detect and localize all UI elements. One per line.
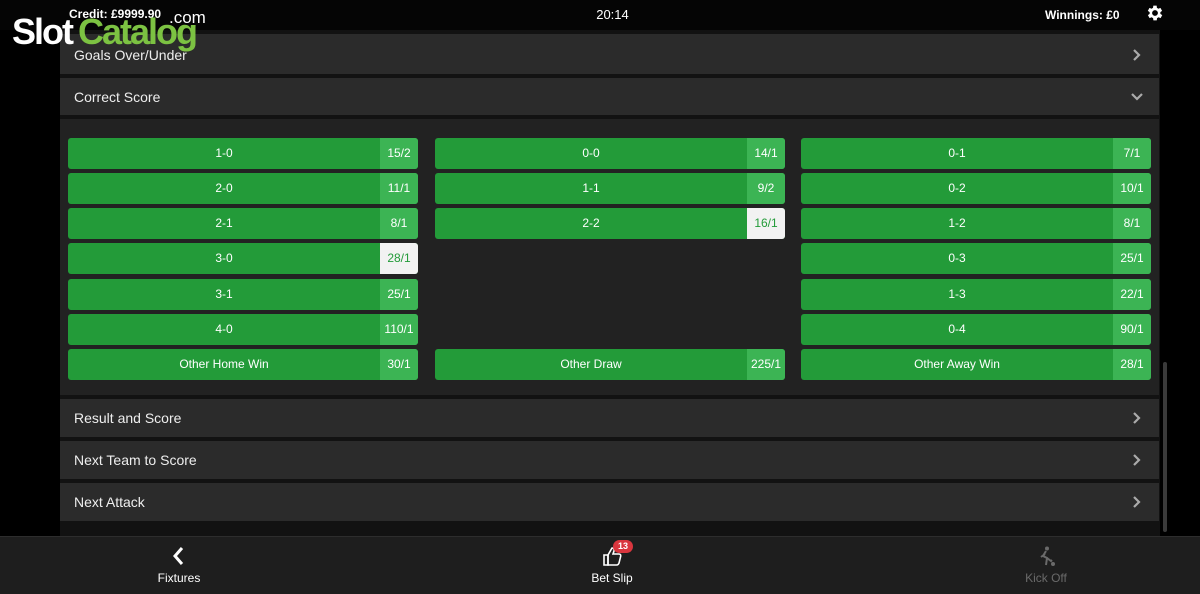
odds-value-selected: 16/1 bbox=[747, 208, 785, 239]
section-label: Result and Score bbox=[74, 410, 182, 426]
score-label: 2-1 bbox=[215, 216, 233, 230]
bet-button-other-home-win[interactable]: Other Home Win 30/1 bbox=[68, 349, 418, 380]
bet-slip-button[interactable]: Bet Slip bbox=[552, 537, 672, 594]
bet-button-away-1-2[interactable]: 1-2 8/1 bbox=[801, 208, 1151, 239]
score-label: 1-1 bbox=[582, 181, 600, 195]
chevron-right-icon bbox=[1133, 412, 1141, 424]
bet-button-other-draw[interactable]: Other Draw 225/1 bbox=[435, 349, 785, 380]
score-label: Other Draw bbox=[560, 357, 622, 371]
bet-button-home-4-0[interactable]: 4-0 110/1 bbox=[68, 314, 418, 345]
watermark-logo: Slot Catalog .com bbox=[12, 8, 212, 57]
score-label: 0-4 bbox=[948, 322, 966, 336]
section-result-and-score[interactable]: Result and Score bbox=[60, 399, 1159, 437]
bet-button-home-3-0[interactable]: 3-0 28/1 bbox=[68, 243, 418, 274]
section-label: Next Team to Score bbox=[74, 452, 197, 468]
odds-value: 15/2 bbox=[380, 138, 418, 169]
bet-button-draw-1-1[interactable]: 1-1 9/2 bbox=[435, 173, 785, 204]
bet-button-away-1-3[interactable]: 1-3 22/1 bbox=[801, 279, 1151, 310]
bet-button-away-0-1[interactable]: 0-1 7/1 bbox=[801, 138, 1151, 169]
odds-value: 7/1 bbox=[1113, 138, 1151, 169]
odds-value: 10/1 bbox=[1113, 173, 1151, 204]
bet-button-home-2-1[interactable]: 2-1 8/1 bbox=[68, 208, 418, 239]
score-label: 1-0 bbox=[215, 146, 233, 160]
kick-off-button[interactable]: Kick Off bbox=[986, 537, 1106, 594]
score-label: 2-2 bbox=[582, 216, 600, 230]
odds-value: 28/1 bbox=[1113, 349, 1151, 380]
section-label: Next Attack bbox=[74, 494, 145, 510]
odds-value-selected: 28/1 bbox=[380, 243, 418, 274]
bet-button-home-2-0[interactable]: 2-0 11/1 bbox=[68, 173, 418, 204]
watermark-part-3: .com bbox=[169, 8, 206, 27]
bet-button-away-0-2[interactable]: 0-2 10/1 bbox=[801, 173, 1151, 204]
score-label: 1-3 bbox=[948, 287, 966, 301]
odds-value: 11/1 bbox=[380, 173, 418, 204]
odds-value: 9/2 bbox=[747, 173, 785, 204]
section-label: Correct Score bbox=[74, 89, 161, 105]
bet-button-draw-0-0[interactable]: 0-0 14/1 bbox=[435, 138, 785, 169]
odds-value: 8/1 bbox=[380, 208, 418, 239]
odds-value: 225/1 bbox=[747, 349, 785, 380]
kick-off-label: Kick Off bbox=[1025, 571, 1067, 585]
chevron-right-icon bbox=[1133, 496, 1141, 508]
player-kicking-icon bbox=[1040, 546, 1055, 566]
bet-button-draw-2-2[interactable]: 2-2 16/1 bbox=[435, 208, 785, 239]
score-label: 3-1 bbox=[215, 287, 233, 301]
bet-slip-count-badge: 13 bbox=[613, 540, 633, 553]
section-correct-score[interactable]: Correct Score bbox=[60, 78, 1159, 115]
section-next-team-to-score[interactable]: Next Team to Score bbox=[60, 441, 1159, 479]
bet-slip-label: Bet Slip bbox=[591, 571, 633, 585]
scrollbar[interactable] bbox=[1163, 362, 1167, 532]
fixtures-button[interactable]: Fixtures bbox=[119, 537, 239, 594]
odds-value: 22/1 bbox=[1113, 279, 1151, 310]
gear-icon[interactable] bbox=[1145, 3, 1165, 23]
section-next-attack[interactable]: Next Attack bbox=[60, 483, 1159, 521]
odds-value: 8/1 bbox=[1113, 208, 1151, 239]
odds-value: 90/1 bbox=[1113, 314, 1151, 345]
bet-button-home-1-0[interactable]: 1-0 15/2 bbox=[68, 138, 418, 169]
bet-button-away-0-4[interactable]: 0-4 90/1 bbox=[801, 314, 1151, 345]
bet-button-away-0-3[interactable]: 0-3 25/1 bbox=[801, 243, 1151, 274]
watermark-part-1: Slot bbox=[12, 11, 74, 52]
score-label: 3-0 bbox=[215, 251, 233, 265]
score-label: 2-0 bbox=[215, 181, 233, 195]
odds-value: 110/1 bbox=[380, 314, 418, 345]
score-label: 1-2 bbox=[948, 216, 966, 230]
chevron-right-icon bbox=[1133, 454, 1141, 466]
score-label: 0-0 bbox=[582, 146, 600, 160]
section-goals-over-under[interactable]: Goals Over/Under bbox=[60, 34, 1159, 74]
chevron-right-icon bbox=[1133, 49, 1141, 61]
score-label: Other Home Win bbox=[179, 357, 269, 371]
odds-value: 25/1 bbox=[380, 279, 418, 310]
winnings-display: Winnings: £0 bbox=[1045, 8, 1120, 22]
score-label: 0-1 bbox=[948, 146, 966, 160]
bet-button-other-away-win[interactable]: Other Away Win 28/1 bbox=[801, 349, 1151, 380]
score-label: 4-0 bbox=[215, 322, 233, 336]
score-label: 0-3 bbox=[948, 251, 966, 265]
bottom-nav: Fixtures Bet Slip Kick Off bbox=[0, 536, 1200, 594]
odds-value: 14/1 bbox=[747, 138, 785, 169]
score-label: 0-2 bbox=[948, 181, 966, 195]
fixtures-label: Fixtures bbox=[157, 571, 201, 585]
odds-value: 25/1 bbox=[1113, 243, 1151, 274]
bet-button-home-3-1[interactable]: 3-1 25/1 bbox=[68, 279, 418, 310]
chevron-left-icon bbox=[173, 547, 184, 565]
odds-value: 30/1 bbox=[380, 349, 418, 380]
score-label: Other Away Win bbox=[914, 357, 1000, 371]
chevron-down-icon bbox=[1131, 93, 1143, 101]
